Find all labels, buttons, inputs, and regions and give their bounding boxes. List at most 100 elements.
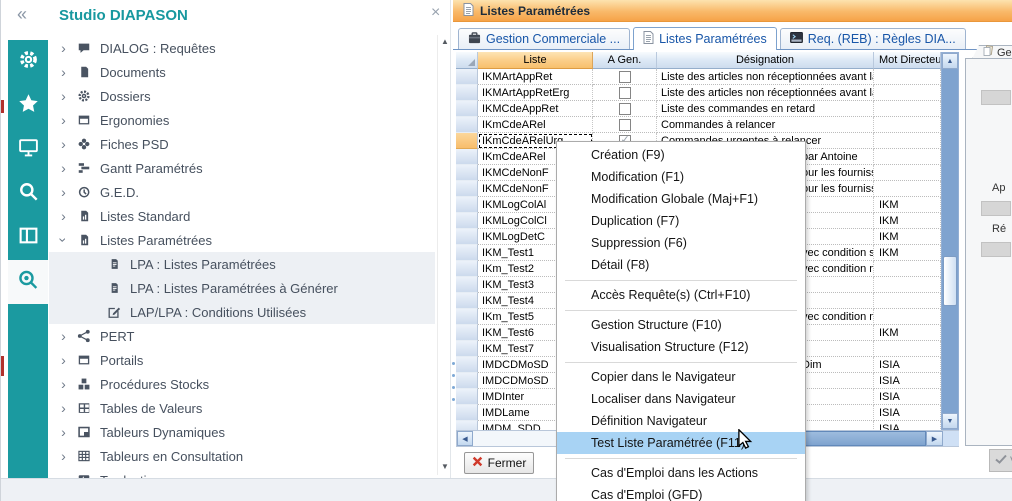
tree-item[interactable]: › Dossiers	[49, 84, 435, 108]
chevron-right-icon[interactable]: ›	[57, 401, 70, 415]
cell-mot-directeur[interactable]	[874, 85, 941, 101]
chevron-right-icon[interactable]: ›	[57, 234, 71, 247]
scroll-down-button[interactable]: ▼	[942, 413, 958, 429]
tree-scrollbar[interactable]: ▲ ▼	[437, 35, 452, 475]
row-gutter-cell[interactable]	[456, 213, 478, 229]
tree-item[interactable]: › PERT	[49, 324, 435, 348]
chevron-right-icon[interactable]: ›	[57, 449, 70, 463]
cell-mot-directeur[interactable]	[874, 181, 941, 197]
row-gutter-cell[interactable]	[456, 181, 478, 197]
cell-mot-directeur[interactable]: IKM	[874, 229, 941, 245]
column-header-designation[interactable]: Désignation	[657, 52, 874, 69]
tree-item[interactable]: LAP/LPA : Conditions Utilisées	[49, 300, 435, 324]
cell-mot-directeur[interactable]	[874, 133, 941, 149]
tree-item[interactable]: LPA : Listes Paramétrées à Générer	[49, 276, 435, 300]
menu-item[interactable]: Duplication (F7)	[557, 210, 805, 232]
row-gutter-cell[interactable]	[456, 373, 478, 389]
checkbox[interactable]	[619, 71, 631, 83]
cell-mot-directeur[interactable]: ISIA	[874, 421, 941, 430]
cell-a-gen[interactable]	[593, 69, 657, 85]
table-row[interactable]: IKMArtAppRet Liste des articles non réce…	[456, 69, 941, 85]
cell-a-gen[interactable]	[593, 101, 657, 117]
rail-item[interactable]	[8, 216, 48, 260]
cell-mot-directeur[interactable]: ISIA	[874, 405, 941, 421]
scroll-left-button[interactable]: ◀	[457, 431, 473, 446]
cell-mot-directeur[interactable]	[874, 117, 941, 133]
tree-item[interactable]: › Tables de Valeurs	[49, 396, 435, 420]
rail-item[interactable]	[8, 40, 48, 84]
row-gutter-cell[interactable]	[456, 101, 478, 117]
chevron-right-icon[interactable]: ›	[57, 377, 70, 391]
chevron-right-icon[interactable]: ›	[57, 137, 70, 151]
collapse-panel-button[interactable]: «	[17, 4, 27, 25]
form-field[interactable]	[981, 201, 1011, 216]
row-gutter-cell[interactable]	[456, 261, 478, 277]
menu-item[interactable]: Cas d'Emploi (GFD)	[557, 484, 805, 501]
cell-liste[interactable]: IKMArtAppRet	[478, 69, 593, 85]
chevron-right-icon[interactable]: ›	[57, 89, 70, 103]
cell-mot-directeur[interactable]	[874, 69, 941, 85]
cell-liste[interactable]: IKMArtAppRetErg	[478, 85, 593, 101]
menu-item[interactable]: Modification (F1)	[557, 166, 805, 188]
row-gutter-cell[interactable]	[456, 421, 478, 430]
tree-item[interactable]: › Gantt Paramétrés	[49, 156, 435, 180]
rail-item[interactable]	[8, 84, 48, 128]
vertical-scrollbar-thumb[interactable]	[943, 256, 957, 306]
tree-item[interactable]: › G.E.D.	[49, 180, 435, 204]
menu-item[interactable]: Copier dans le Navigateur	[557, 366, 805, 388]
tree-item[interactable]: › Traduction	[49, 468, 435, 478]
form-field[interactable]	[981, 90, 1011, 105]
vertical-scrollbar[interactable]: ▲ ▼	[941, 52, 959, 430]
cell-a-gen[interactable]	[593, 117, 657, 133]
close-panel-button[interactable]: ×	[431, 4, 440, 22]
cell-mot-directeur[interactable]	[874, 261, 941, 277]
menu-item[interactable]: Modification Globale (Maj+F1)	[557, 188, 805, 210]
menu-item[interactable]: Visualisation Structure (F12)	[557, 336, 805, 358]
cell-mot-directeur[interactable]	[874, 165, 941, 181]
rail-item[interactable]	[8, 128, 48, 172]
chevron-right-icon[interactable]: ›	[57, 329, 70, 343]
valider-button[interactable]: Val	[989, 449, 1012, 472]
row-gutter-cell[interactable]	[456, 229, 478, 245]
column-header-agen[interactable]: A Gen.	[593, 52, 657, 69]
cell-liste[interactable]: IKMCdeAppRet	[478, 101, 593, 117]
menu-item[interactable]	[557, 454, 805, 462]
row-gutter-cell[interactable]	[456, 69, 478, 85]
row-gutter-cell[interactable]	[456, 341, 478, 357]
tree-item[interactable]: LPA : Listes Paramétrées	[49, 252, 435, 276]
cell-mot-directeur[interactable]: IKM	[874, 197, 941, 213]
column-header-liste[interactable]: Liste	[478, 52, 593, 69]
row-gutter-cell[interactable]	[456, 293, 478, 309]
scroll-right-button[interactable]: ▶	[926, 431, 943, 446]
menu-item[interactable]	[557, 276, 805, 284]
cell-mot-directeur[interactable]	[874, 309, 941, 325]
cell-mot-directeur[interactable]: ISIA	[874, 389, 941, 405]
rail-item[interactable]	[8, 260, 48, 304]
row-gutter-cell[interactable]	[456, 405, 478, 421]
cell-a-gen[interactable]	[593, 85, 657, 101]
tree-item[interactable]: › Portails	[49, 348, 435, 372]
chevron-right-icon[interactable]: ›	[57, 65, 70, 79]
scroll-down-icon[interactable]: ▼	[441, 462, 449, 471]
menu-item[interactable]	[557, 306, 805, 314]
menu-item[interactable]: Détail (F8)	[557, 254, 805, 276]
tree-item[interactable]: › Documents	[49, 60, 435, 84]
cell-mot-directeur[interactable]: IKM	[874, 325, 941, 341]
tree-item[interactable]: › Tableurs Dynamiques	[49, 420, 435, 444]
checkbox[interactable]	[619, 119, 631, 131]
row-gutter-cell[interactable]	[456, 309, 478, 325]
row-gutter-cell[interactable]	[456, 389, 478, 405]
chevron-right-icon[interactable]: ›	[57, 41, 70, 55]
cell-mot-directeur[interactable]: ISIA	[874, 357, 941, 373]
table-row[interactable]: IKMCdeAppRet Liste des commandes en reta…	[456, 101, 941, 117]
menu-item[interactable]: Localiser dans Navigateur	[557, 388, 805, 410]
fermer-button[interactable]: Fermer	[464, 452, 534, 474]
tree-item[interactable]: › Tableurs en Consultation	[49, 444, 435, 468]
column-header-mot-directeur[interactable]: Mot Directeur	[874, 52, 941, 69]
row-gutter-cell[interactable]	[456, 325, 478, 341]
row-gutter-cell[interactable]	[456, 245, 478, 261]
row-gutter-cell[interactable]	[456, 165, 478, 181]
menu-item[interactable]: Définition Navigateur	[557, 410, 805, 432]
cell-mot-directeur[interactable]	[874, 101, 941, 117]
tree-item[interactable]: › DIALOG : Requêtes	[49, 36, 435, 60]
